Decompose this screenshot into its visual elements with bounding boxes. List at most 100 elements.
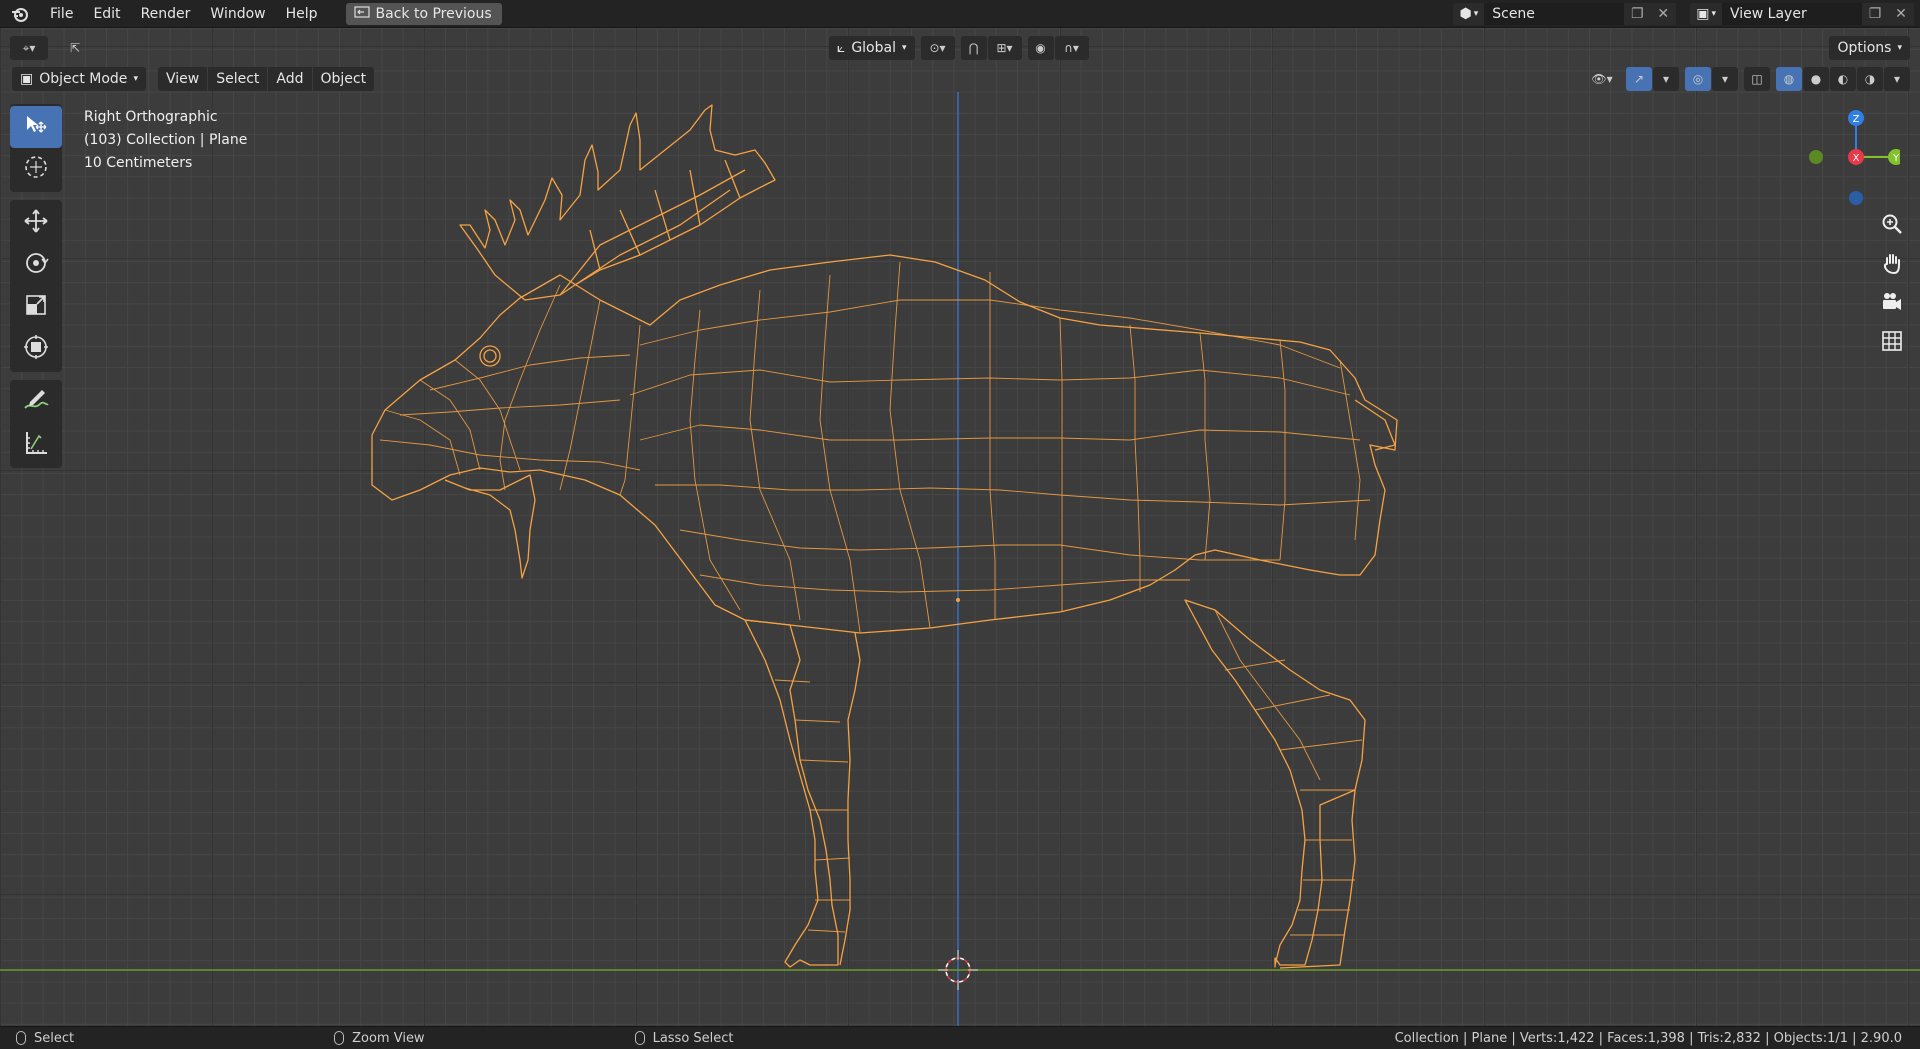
camera-icon [1881, 291, 1903, 317]
zoom-button[interactable] [1876, 210, 1908, 242]
chevron-down-icon: ▾ [1473, 8, 1479, 19]
delete-scene-button[interactable]: ✕ [1650, 2, 1677, 25]
view-layer-icon: ▣ [1696, 5, 1710, 22]
snap-target-dropdown[interactable]: ⊞▾ [987, 36, 1022, 60]
add-menu[interactable]: Add [268, 67, 312, 91]
shading-options-dropdown[interactable]: ▾ [1884, 67, 1910, 91]
copy-icon: ❐ [1630, 5, 1644, 22]
snap-toggle[interactable]: ⋂ [960, 36, 987, 60]
lasso-hint-label: Lasso Select [652, 1030, 734, 1046]
chevron-down-icon: ▾ [1897, 43, 1902, 53]
status-select-hint: Select [16, 1031, 74, 1046]
navigation-gizmo[interactable]: Z X Y [1800, 104, 1900, 214]
pencil-icon [22, 388, 50, 418]
overlays-toggle[interactable]: ◎ [1685, 67, 1711, 91]
wireframe-shading-button[interactable]: ◍ [1776, 67, 1802, 91]
solid-shading-button[interactable]: ● [1803, 67, 1829, 91]
measure-tool[interactable] [10, 424, 62, 466]
object-menu[interactable]: Object [312, 67, 375, 91]
collection-label: (103) Collection | Plane [84, 132, 248, 148]
view-layer-name-field[interactable]: View Layer [1722, 2, 1862, 25]
options-dropdown[interactable]: Options ▾ [1829, 36, 1910, 60]
viewport-header-menus: ▣ Object Mode ▾ View Select Add Object 👁… [0, 66, 1920, 92]
moose-wireframe-mesh[interactable] [0, 28, 1920, 1026]
menu-file[interactable]: File [40, 0, 83, 28]
pan-button[interactable] [1876, 249, 1908, 281]
negative-z-handle [1849, 191, 1863, 205]
menu-help[interactable]: Help [276, 0, 328, 28]
view-menu[interactable]: View [157, 67, 208, 91]
cursor-tool[interactable] [10, 148, 62, 190]
rotate-tool[interactable] [10, 244, 62, 286]
ruler-icon [23, 430, 49, 460]
new-scene-button[interactable]: ❐ [1624, 2, 1651, 25]
proportional-editing-icon: ◉ [1035, 41, 1046, 55]
ortho-toggle-button[interactable] [1876, 327, 1908, 359]
chevron-down-icon: ▾ [1721, 72, 1729, 86]
status-lasso-hint: Lasso Select [634, 1030, 734, 1046]
view-name-label: Right Orthographic [84, 109, 218, 125]
editor-type-button[interactable]: ⌖▾ [10, 36, 48, 60]
view-layer-selector: ▣ ▾ View Layer ❐ ✕ [1690, 0, 1914, 28]
visibility-dropdown[interactable]: 👁▾ [1584, 67, 1620, 91]
tool-shelf [10, 104, 62, 476]
rendered-shading-button[interactable]: ◑ [1857, 67, 1883, 91]
status-bar: Select Zoom View Lasso Select Collection… [0, 1026, 1920, 1049]
close-icon: ✕ [1895, 5, 1907, 22]
hand-icon [1881, 252, 1903, 278]
scene-icon: ⬢ [1459, 5, 1472, 22]
scene-selector: ⬢ ▾ Scene ❐ ✕ [1453, 0, 1677, 28]
select-box-icon [23, 114, 49, 140]
scene-name-field[interactable]: Scene [1484, 2, 1625, 25]
gizmo-toggle[interactable]: ↗ [1626, 67, 1652, 91]
chevron-down-icon: ▾ [1662, 72, 1670, 86]
gizmo-dropdown[interactable]: ▾ [1653, 67, 1679, 91]
annotate-tool[interactable] [10, 382, 62, 424]
mouse-left-icon [16, 1031, 26, 1045]
orientation-icon: ⟀ [836, 40, 846, 56]
scene-browse-button[interactable]: ⬢ ▾ [1453, 2, 1485, 25]
top-menu-bar: File Edit Render Window Help Back to Pre… [0, 0, 1920, 28]
delete-view-layer-button[interactable]: ✕ [1888, 2, 1914, 25]
mode-dropdown[interactable]: ▣ Object Mode ▾ [12, 67, 146, 91]
viewport-nav-buttons [1876, 210, 1908, 366]
wireframe-sphere-icon: ◍ [1783, 72, 1795, 86]
material-sphere-icon: ◐ [1837, 72, 1849, 86]
view-layer-browse-button[interactable]: ▣ ▾ [1690, 2, 1722, 25]
back-to-previous-button[interactable]: Back to Previous [345, 2, 502, 25]
proportional-editing-toggle[interactable]: ◉ [1027, 36, 1054, 60]
menu-render[interactable]: Render [131, 0, 201, 28]
pivot-point-dropdown[interactable]: ⊙▾ [920, 36, 955, 60]
new-view-layer-button[interactable]: ❐ [1862, 2, 1888, 25]
move-tool[interactable] [10, 202, 62, 244]
overlays-icon: ◎ [1692, 72, 1704, 86]
options-label: Options [1837, 40, 1892, 56]
xray-icon: ◫ [1751, 72, 1763, 86]
blender-logo-icon[interactable] [0, 6, 40, 22]
y-axis-label: Y [1892, 153, 1900, 164]
gizmo-icon: ↗ [1633, 72, 1645, 86]
select-box-tool[interactable] [10, 106, 62, 148]
negative-y-handle [1809, 150, 1823, 164]
tool-settings-button[interactable]: ⇱ [62, 36, 88, 60]
transform-icon [23, 334, 49, 364]
camera-view-button[interactable] [1876, 288, 1908, 320]
transform-tool[interactable] [10, 328, 62, 370]
pivot-icon: ⊙▾ [929, 41, 946, 55]
menu-edit[interactable]: Edit [83, 0, 130, 28]
scale-tool[interactable] [10, 286, 62, 328]
xray-toggle[interactable]: ◫ [1744, 67, 1770, 91]
transform-orientation-dropdown[interactable]: ⟀ Global ▾ [828, 36, 915, 60]
cursor-icon [23, 154, 49, 184]
overlays-dropdown[interactable]: ▾ [1712, 67, 1738, 91]
chevron-down-icon: ▾ [1893, 72, 1901, 86]
chevron-down-icon: ▾ [1711, 8, 1716, 19]
copy-icon: ❐ [1868, 5, 1882, 22]
grid-icon [1881, 330, 1903, 356]
proportional-falloff-dropdown[interactable]: ∩▾ [1054, 36, 1089, 60]
select-menu[interactable]: Select [208, 67, 268, 91]
material-shading-button[interactable]: ◐ [1830, 67, 1856, 91]
menu-window[interactable]: Window [200, 0, 275, 28]
viewport-info-overlay: Right Orthographic (103) Collection | Pl… [84, 106, 247, 175]
chevron-down-icon: ▾ [901, 43, 907, 53]
